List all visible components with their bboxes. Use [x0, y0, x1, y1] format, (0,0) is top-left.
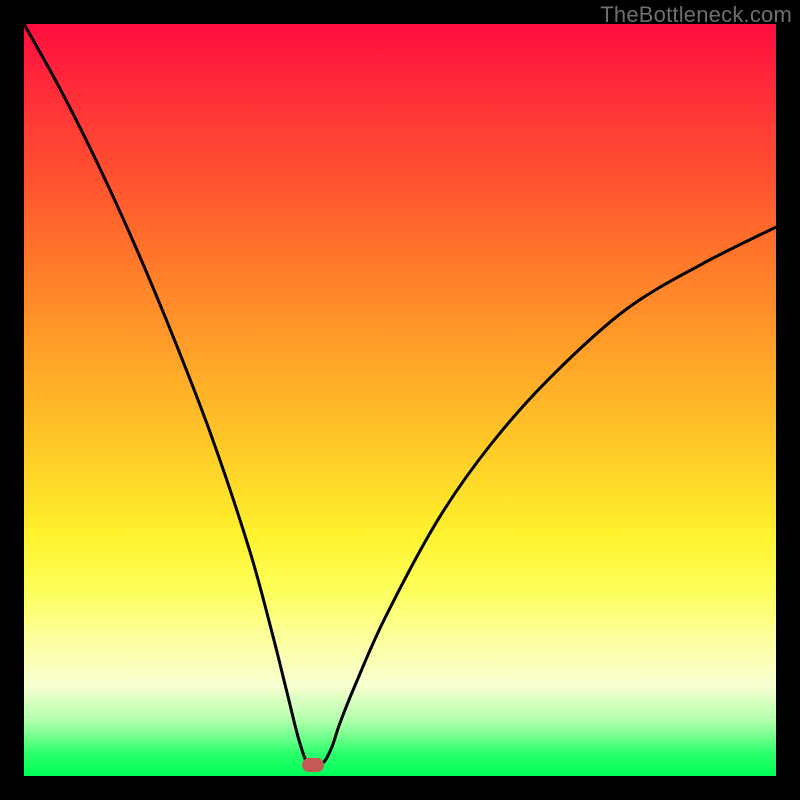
bottleneck-curve: [24, 24, 776, 776]
chart-frame: TheBottleneck.com: [0, 0, 800, 800]
plot-area: [24, 24, 776, 776]
minimum-marker: [302, 758, 324, 772]
watermark-text: TheBottleneck.com: [600, 2, 792, 28]
